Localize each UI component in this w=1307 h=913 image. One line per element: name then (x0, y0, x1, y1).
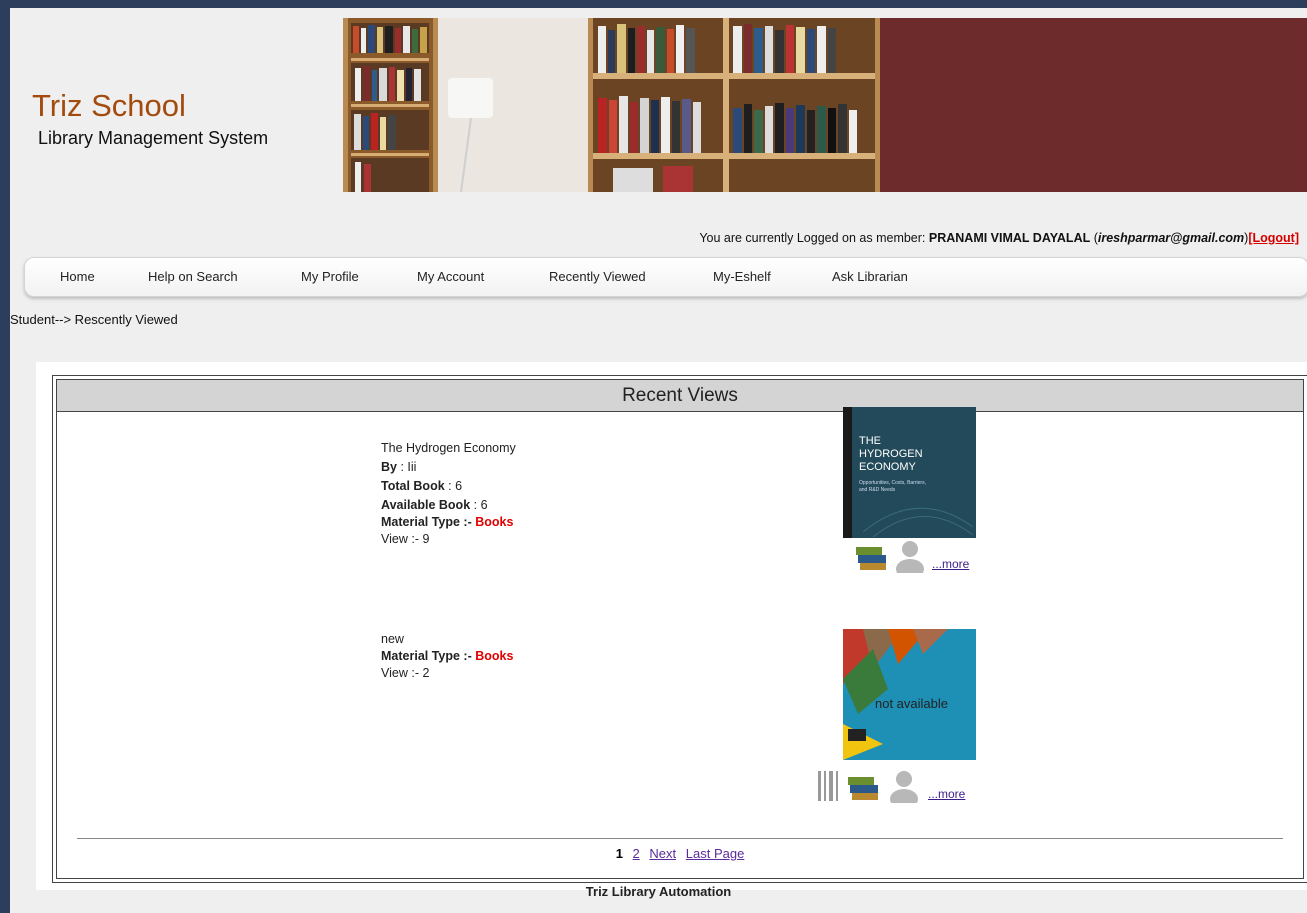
material-type-value: Books (475, 515, 514, 529)
cover-text: not available (875, 696, 948, 711)
view-count: View :- 9 (381, 532, 430, 546)
last-page-link[interactable]: Last Page (686, 846, 745, 861)
library-banner-image (343, 18, 880, 192)
barcode-icon[interactable] (814, 769, 842, 803)
nav-help-on-search[interactable]: Help on Search (148, 269, 238, 284)
material-type-label: Material Type :- (381, 515, 476, 529)
next-link[interactable]: Next (649, 846, 676, 861)
page-2-link[interactable]: 2 (633, 846, 640, 861)
material-type-value: Books (475, 649, 514, 663)
more-link[interactable]: ...more (932, 557, 969, 571)
nav-my-eshelf[interactable]: My-Eshelf (713, 269, 771, 284)
books-icon[interactable] (854, 543, 890, 571)
book-title[interactable]: new (381, 631, 513, 648)
book-cover-image[interactable]: not available (843, 629, 976, 760)
nav-home[interactable]: Home (60, 269, 95, 284)
breadcrumb: Student--> Rescently Viewed (10, 312, 178, 327)
main-nav: Home Help on Search My Profile My Accoun… (24, 257, 1307, 297)
cover-title-line: ECONOMY (859, 461, 916, 473)
current-page: 1 (615, 846, 623, 861)
available-book-label: Available Book (381, 498, 471, 512)
total-book-value: : 6 (444, 479, 463, 493)
pagination: 1 2 Next Last Page (57, 846, 1303, 861)
recent-views-panel: Recent Views The Hydrogen Economy By : I… (52, 375, 1307, 883)
login-prefix: You are currently Logged on as member: (699, 231, 929, 245)
nav-recently-viewed[interactable]: Recently Viewed (549, 269, 646, 284)
banner-color-block (880, 18, 1307, 192)
nav-my-account[interactable]: My Account (417, 269, 484, 284)
total-book-label: Total Book (381, 479, 445, 493)
cover-title-line: HYDROGEN (859, 448, 923, 460)
author-value: : Iii (396, 460, 417, 474)
book-title[interactable]: The Hydrogen Economy (381, 440, 516, 457)
member-email: ireshparmar@gmail.com (1097, 231, 1245, 245)
user-icon[interactable] (888, 769, 920, 803)
book-cover-image[interactable]: THE HYDROGEN ECONOMY Opportunities, Cost… (843, 407, 976, 538)
list-item: new Material Type :- Books View :- 2 (381, 631, 513, 682)
cover-subtitle: Opportunities, Costs, Barriers, and R&D … (859, 480, 926, 493)
footer: Triz Library Automation (585, 884, 732, 899)
material-type-label: Material Type :- (381, 649, 476, 663)
user-icon[interactable] (894, 539, 926, 573)
item-actions: ...more (854, 539, 984, 575)
section-title: Recent Views (57, 380, 1303, 412)
item-actions: ...more (814, 769, 984, 805)
by-label: By (381, 460, 397, 474)
member-name: PRANAMI VIMAL DAYALAL (928, 231, 1091, 245)
list-item: The Hydrogen Economy By : Iii Total Book… (381, 440, 516, 548)
header: Triz School Library Management System (10, 18, 1307, 193)
system-subtitle: Library Management System (38, 128, 269, 148)
school-name: Triz School (32, 88, 186, 123)
view-count: View :- 2 (381, 666, 430, 680)
logout-link[interactable]: [Logout] (1248, 231, 1299, 245)
cover-title-line: THE (859, 435, 881, 447)
books-icon[interactable] (846, 773, 882, 801)
page-frame: Triz School Library Management System Yo… (10, 8, 1307, 913)
login-status: You are currently Logged on as member: P… (699, 231, 1299, 245)
divider (77, 838, 1283, 839)
available-book-value: : 6 (470, 498, 488, 512)
more-link[interactable]: ...more (928, 787, 965, 801)
nav-ask-librarian[interactable]: Ask Librarian (832, 269, 908, 284)
nav-my-profile[interactable]: My Profile (301, 269, 359, 284)
